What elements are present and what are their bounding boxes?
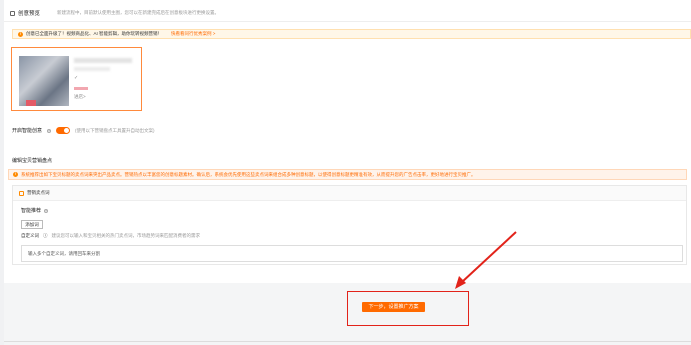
annotation-arrow: [455, 231, 517, 289]
arrow-head: [455, 276, 466, 289]
arrow-line: [461, 231, 517, 283]
